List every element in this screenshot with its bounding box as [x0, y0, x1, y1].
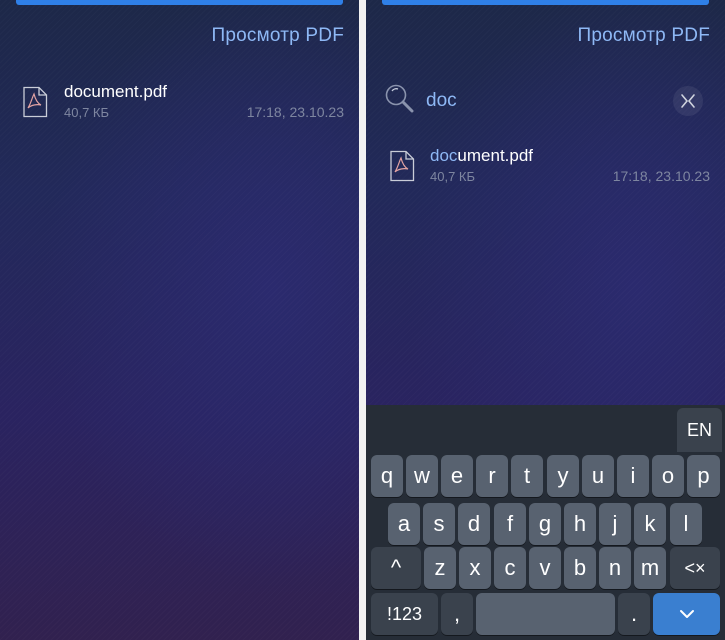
pdf-file-icon	[23, 86, 48, 118]
key-h[interactable]: h	[564, 503, 596, 545]
file-name: document.pdf	[430, 146, 533, 166]
key-n[interactable]: n	[599, 547, 631, 589]
top-accent-bar	[16, 0, 343, 5]
key-v[interactable]: v	[529, 547, 561, 589]
key-y[interactable]: y	[547, 455, 579, 497]
key-j[interactable]: j	[599, 503, 631, 545]
language-key[interactable]: EN	[677, 408, 722, 452]
file-date: 17:18, 23.10.23	[612, 168, 710, 184]
file-list-item[interactable]: document.pdf 40,7 КБ 17:18, 23.10.23	[0, 80, 359, 128]
key-u[interactable]: u	[582, 455, 614, 497]
pdf-viewer-link[interactable]: Просмотр PDF	[212, 25, 344, 47]
backspace-key[interactable]: <×	[670, 547, 720, 589]
key-f[interactable]: f	[494, 503, 526, 545]
key-k[interactable]: k	[634, 503, 666, 545]
pdf-viewer-link[interactable]: Просмотр PDF	[578, 25, 710, 47]
file-name-rest: ument.pdf	[457, 146, 534, 165]
comma-key[interactable]: ,	[441, 593, 473, 635]
key-b[interactable]: b	[564, 547, 596, 589]
space-key[interactable]	[476, 593, 615, 635]
file-size: 40,7 КБ	[430, 169, 476, 184]
key-o[interactable]: o	[652, 455, 684, 497]
period-key[interactable]: .	[618, 593, 650, 635]
file-name: document.pdf	[64, 82, 168, 101]
key-c[interactable]: c	[494, 547, 526, 589]
chevron-down-icon	[679, 610, 694, 618]
key-z[interactable]: z	[424, 547, 456, 589]
clear-search-button[interactable]	[673, 86, 703, 116]
key-m[interactable]: m	[634, 547, 666, 589]
enter-key[interactable]	[653, 593, 720, 635]
key-p[interactable]: p	[687, 455, 720, 497]
key-i[interactable]: i	[617, 455, 649, 497]
pdf-file-icon	[390, 150, 415, 182]
search-input[interactable]: doc	[426, 90, 457, 112]
file-size: 40,7 КБ	[64, 105, 110, 120]
key-r[interactable]: r	[476, 455, 508, 497]
on-screen-keyboard: EN q w e r t y u i o p a s d f g h j k l…	[366, 405, 725, 640]
key-d[interactable]: d	[458, 503, 490, 545]
top-accent-bar	[382, 0, 709, 5]
key-g[interactable]: g	[529, 503, 561, 545]
key-w[interactable]: w	[406, 455, 438, 497]
key-q[interactable]: q	[371, 455, 403, 497]
search-result-item[interactable]: document.pdf 40,7 КБ 17:18, 23.10.23	[366, 144, 725, 192]
search-icon	[385, 84, 414, 113]
close-icon	[681, 94, 695, 108]
file-name-match: doc	[430, 146, 458, 165]
key-a[interactable]: a	[388, 503, 420, 545]
key-e[interactable]: e	[441, 455, 473, 497]
key-t[interactable]: t	[511, 455, 543, 497]
key-s[interactable]: s	[423, 503, 455, 545]
key-l[interactable]: l	[670, 503, 702, 545]
numbers-key[interactable]: !123	[371, 593, 438, 635]
file-date: 17:18, 23.10.23	[246, 104, 344, 120]
key-x[interactable]: x	[459, 547, 491, 589]
shift-key[interactable]: ^	[371, 547, 421, 589]
file-list-screen: Просмотр PDF document.pdf 40,7 КБ 17:18,…	[0, 0, 359, 640]
